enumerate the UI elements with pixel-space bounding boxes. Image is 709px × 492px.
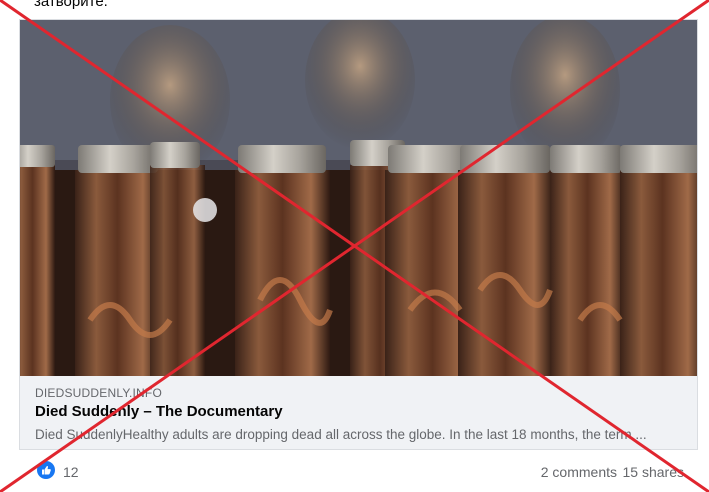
reaction-count[interactable]: 12: [63, 464, 79, 480]
link-title[interactable]: Died Suddenly – The Documentary: [35, 403, 283, 420]
post-footer: 12 2 comments 15 shares: [19, 450, 698, 492]
link-preview-card[interactable]: DIEDSUDDENLY.INFO Died Suddenly – The Do…: [19, 19, 698, 450]
shares-count[interactable]: 15 shares: [623, 464, 684, 480]
post-text-fragment: затворите.: [34, 0, 108, 10]
preview-photo: [20, 20, 697, 376]
link-preview-meta[interactable]: DIEDSUDDENLY.INFO Died Suddenly – The Do…: [20, 376, 697, 449]
link-domain: DIEDSUDDENLY.INFO: [35, 386, 162, 400]
comments-count[interactable]: 2 comments: [541, 464, 617, 480]
link-description: Died SuddenlyHealthy adults are dropping…: [35, 427, 647, 442]
like-icon[interactable]: [37, 461, 55, 479]
link-preview-image[interactable]: [20, 20, 697, 376]
